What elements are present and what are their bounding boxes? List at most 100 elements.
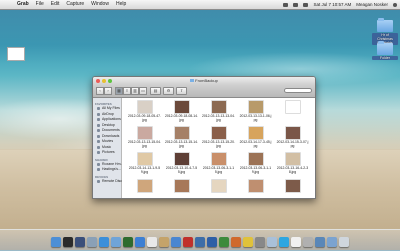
ical-icon[interactable] [147,237,157,247]
photo-booth-icon[interactable] [183,237,193,247]
file-item[interactable]: 2012-03-09-18-08-14.jpg [163,100,200,122]
file-name: 2012-03-13-10-4-7-55.jpg [165,166,198,174]
file-name: 2012-03-13-13-1-06.jpg [239,114,272,122]
file-thumbnail [136,126,153,141]
skype-icon[interactable] [279,237,289,247]
system-preferences-icon[interactable] [255,237,265,247]
desktop-document[interactable] [6,47,26,61]
file-item[interactable] [274,178,311,194]
file-item[interactable] [237,178,274,194]
dashboard-icon[interactable] [63,237,73,247]
menu-edit[interactable]: Edit [51,0,60,9]
file-thumbnail [284,126,301,141]
coverflow-view-button[interactable]: ▭ [139,87,147,95]
safari-icon[interactable] [99,237,109,247]
documents-stack-icon[interactable] [327,237,337,247]
column-view-button[interactable]: ▥ [131,87,139,95]
wifi-icon[interactable] [283,2,289,7]
facetime-icon[interactable] [123,237,133,247]
file-item[interactable] [200,178,237,194]
sidebar-item-shared-hastings[interactable]: Hastings's... [93,167,121,173]
documents-icon [97,129,100,133]
back-button[interactable]: ‹ [96,87,104,95]
finder-icon[interactable] [51,237,61,247]
dock [0,229,400,251]
search-input[interactable] [284,88,312,93]
grab-icon[interactable] [303,237,313,247]
mission-control-icon[interactable] [75,237,85,247]
pictures-icon [97,151,100,155]
chrome-icon[interactable] [243,237,253,247]
menu-app-name[interactable]: Grab [17,0,29,9]
file-item[interactable] [126,178,163,194]
file-thumbnail [284,152,301,167]
launchpad-icon[interactable] [87,237,97,247]
iphoto-icon[interactable] [195,237,205,247]
arrange-button[interactable]: ▤ [150,87,161,95]
close-icon[interactable] [96,79,100,83]
file-thumbnail [173,152,190,167]
file-name: 2012-03-13-16-4-2-38.jpg [276,166,309,174]
file-thumbnail [247,178,264,193]
itunes-icon[interactable] [171,237,181,247]
file-item[interactable]: 2012-03-09-18-05-47.jpg [126,100,163,122]
battery-icon[interactable] [303,2,309,7]
menu-window[interactable]: Window [91,0,109,9]
file-item[interactable] [274,100,311,122]
share-button[interactable]: ⇪ [176,87,187,95]
file-item[interactable]: 2012-03-13-06-3-1-15.jpg [200,152,237,174]
file-name: 2012-03-13-06-3-1-15.jpg [202,166,235,174]
file-name: 2012-03-14-15-3-07.jpg [276,140,309,148]
powerpoint-icon[interactable] [231,237,241,247]
file-item[interactable]: 2012-03-13-10-4-7-55.jpg [163,152,200,174]
desktop-folder[interactable]: Folder [372,41,398,60]
volume-icon[interactable] [293,2,299,7]
menu-help[interactable]: Help [116,0,126,9]
file-name: 2012-03-13-13-15-14.jpg [165,140,198,148]
app-store-icon[interactable] [135,237,145,247]
file-item[interactable]: 2012-03-13-06-3-1-19.jpg [237,152,274,174]
menu-user[interactable]: Meagan Nosker [356,0,388,9]
finder-content: 2012-03-09-18-05-47.jpg 2012-03-09-18-08-… [122,98,315,198]
word-icon[interactable] [207,237,217,247]
disc-icon [97,179,100,183]
spotlight-icon[interactable] [393,2,397,7]
excel-icon[interactable] [219,237,229,247]
finder-titlebar[interactable]: FromBackup [93,77,315,85]
menu-extras: Sat Jul 7 10:57 AM Meagan Nosker [278,0,397,9]
menu-capture[interactable]: Capture [66,0,84,9]
all-files-icon [97,107,100,111]
menu-clock[interactable]: Sat Jul 7 10:57 AM [313,0,351,9]
preview-icon[interactable] [267,237,277,247]
minimize-icon[interactable] [102,79,106,83]
sidebar-item-pictures[interactable]: Pictures [93,150,121,156]
mail-icon[interactable] [111,237,121,247]
file-item[interactable]: 2012-03-13-13-15-04.jpg [126,126,163,148]
finder-body: FAVORITES All My Files AirDrop Applicati… [93,98,315,198]
action-gear-button[interactable]: ⚙ [163,87,174,95]
trash-icon[interactable] [339,237,349,247]
file-item[interactable]: 2012-03-14-13-1-9-59.jpg [126,152,163,174]
file-item[interactable]: 2012-03-13-13-13-04.jpg [200,100,237,122]
file-item[interactable]: 2012-03-13-13-15-14.jpg [163,126,200,148]
file-item[interactable]: 2012-03-13-13-1-06.jpg [237,100,274,122]
file-grid: 2012-03-09-18-05-47.jpg 2012-03-09-18-08-… [126,100,312,194]
desktop-folder-highlights[interactable]: Hr of Christmas Highlights [372,18,398,45]
sidebar-item-remote-disc[interactable]: Remote Disc [93,179,122,185]
icon-view-button[interactable]: ▦ [115,87,123,95]
downloads-stack-icon[interactable] [315,237,325,247]
file-item[interactable]: 2012-03-14-15-3-07.jpg [274,126,311,148]
file-name: 2012-03-14-17-3-45.jpg [239,140,272,148]
forward-button[interactable]: › [104,87,112,95]
file-item[interactable]: 2012-03-13-13-15-20.jpg [200,126,237,148]
title-folder-icon [190,79,195,83]
file-item[interactable]: 2012-03-13-16-4-2-38.jpg [274,152,311,174]
downloads-icon [97,134,100,138]
textedit-icon[interactable] [291,237,301,247]
notes-icon[interactable] [159,237,169,247]
menu-file[interactable]: File [36,0,44,9]
list-view-button[interactable]: ≡ [123,87,131,95]
file-item[interactable]: 2012-03-14-17-3-45.jpg [237,126,274,148]
zoom-icon[interactable] [108,79,112,83]
file-item[interactable] [163,178,200,194]
